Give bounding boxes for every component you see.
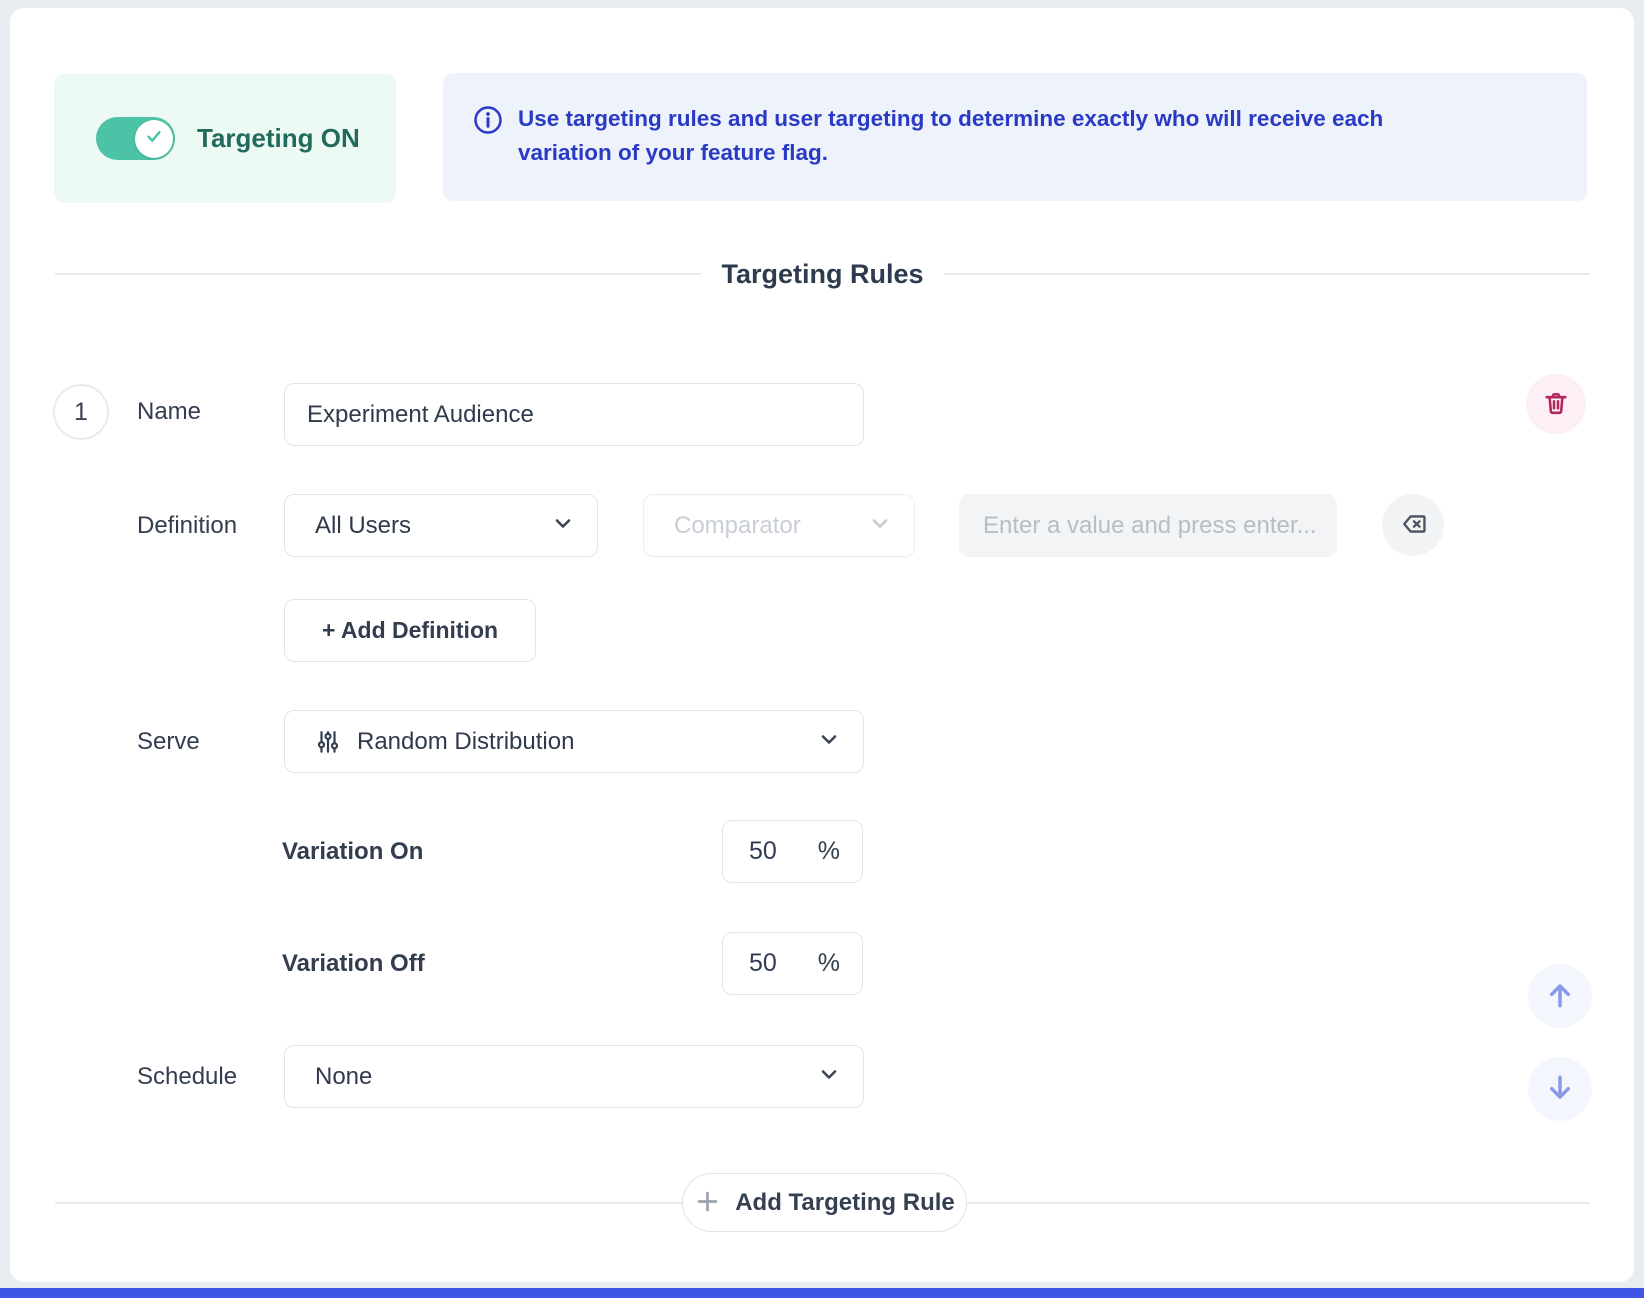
trash-icon xyxy=(1542,389,1570,420)
percent-sign: % xyxy=(818,949,840,978)
delete-rule-button[interactable] xyxy=(1526,374,1586,434)
variation-on-value: 50 xyxy=(749,837,777,866)
section-title: Targeting Rules xyxy=(721,259,923,290)
rule-name-input[interactable] xyxy=(284,383,864,446)
targeting-toggle-box: Targeting ON xyxy=(54,74,396,203)
check-icon xyxy=(144,126,164,151)
arrow-up-icon xyxy=(1544,979,1576,1014)
plus-icon xyxy=(694,1188,721,1218)
schedule-select-value: None xyxy=(315,1063,817,1091)
variation-on-input[interactable]: 50 % xyxy=(722,820,863,883)
move-rule-down-button[interactable] xyxy=(1528,1057,1592,1121)
definition-select[interactable]: All Users xyxy=(284,494,598,557)
clear-definition-button[interactable] xyxy=(1382,494,1444,556)
divider-right xyxy=(944,273,1590,275)
move-rule-up-button[interactable] xyxy=(1528,964,1592,1028)
schedule-label: Schedule xyxy=(137,1045,237,1108)
name-label: Name xyxy=(137,384,201,440)
add-targeting-rule-button[interactable]: Add Targeting Rule xyxy=(682,1173,967,1232)
targeting-toggle-label: Targeting ON xyxy=(197,123,360,154)
info-banner-line2: variation of your feature flag. xyxy=(518,136,1383,170)
bottom-accent-bar xyxy=(0,1288,1644,1298)
serve-label: Serve xyxy=(137,710,200,773)
backspace-icon xyxy=(1399,510,1427,541)
info-banner-text: Use targeting rules and user targeting t… xyxy=(518,102,1383,170)
variation-off-input[interactable]: 50 % xyxy=(722,932,863,995)
variation-off-value: 50 xyxy=(749,949,777,978)
toggle-knob xyxy=(135,120,173,158)
comparator-select-placeholder: Comparator xyxy=(674,512,868,540)
sliders-icon xyxy=(315,729,341,755)
add-targeting-rule-label: Add Targeting Rule xyxy=(735,1189,955,1217)
definition-label: Definition xyxy=(137,494,237,557)
section-header: Targeting Rules xyxy=(55,257,1590,291)
targeting-card: Targeting ON Use targeting rules and use… xyxy=(10,8,1634,1282)
info-icon xyxy=(473,105,503,140)
definition-select-value: All Users xyxy=(315,512,551,540)
divider-left xyxy=(55,273,701,275)
percent-sign: % xyxy=(818,837,840,866)
info-banner-line1: Use targeting rules and user targeting t… xyxy=(518,102,1383,136)
info-banner: Use targeting rules and user targeting t… xyxy=(443,73,1587,201)
chevron-down-icon xyxy=(817,727,841,756)
variation-off-label: Variation Off xyxy=(282,932,425,995)
add-definition-button[interactable]: + Add Definition xyxy=(284,599,536,662)
serve-select[interactable]: Random Distribution xyxy=(284,710,864,773)
rule-number: 1 xyxy=(53,384,109,440)
chevron-down-icon xyxy=(868,511,892,540)
definition-value-input[interactable] xyxy=(959,494,1337,557)
targeting-toggle[interactable] xyxy=(96,117,175,160)
comparator-select[interactable]: Comparator xyxy=(643,494,915,557)
serve-select-value: Random Distribution xyxy=(357,728,817,756)
schedule-select[interactable]: None xyxy=(284,1045,864,1108)
variation-on-label: Variation On xyxy=(282,820,423,883)
targeting-page: Targeting ON Use targeting rules and use… xyxy=(0,0,1644,1298)
chevron-down-icon xyxy=(817,1062,841,1091)
chevron-down-icon xyxy=(551,511,575,540)
arrow-down-icon xyxy=(1544,1072,1576,1107)
